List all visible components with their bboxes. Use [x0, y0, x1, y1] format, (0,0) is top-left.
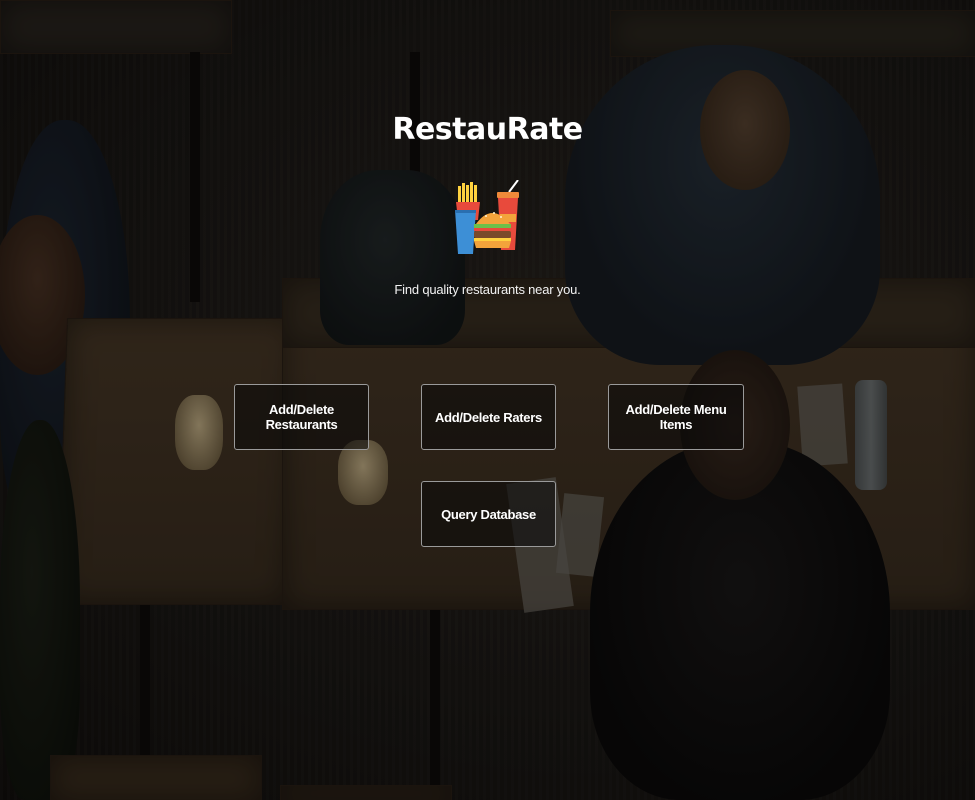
- app-title: RestauRate: [392, 112, 583, 147]
- tagline: Find quality restaurants near you.: [394, 282, 581, 297]
- query-database-button[interactable]: Query Database: [421, 481, 556, 547]
- main-content: RestauRate Find quality restaurants near…: [0, 0, 975, 800]
- home-page: RestauRate Find quality restaurants near…: [0, 0, 975, 800]
- fast-food-icon: [455, 180, 519, 254]
- add-delete-restaurants-button[interactable]: Add/Delete Restaurants: [234, 384, 369, 450]
- add-delete-menu-items-button[interactable]: Add/Delete Menu Items: [608, 384, 744, 450]
- add-delete-raters-button[interactable]: Add/Delete Raters: [421, 384, 556, 450]
